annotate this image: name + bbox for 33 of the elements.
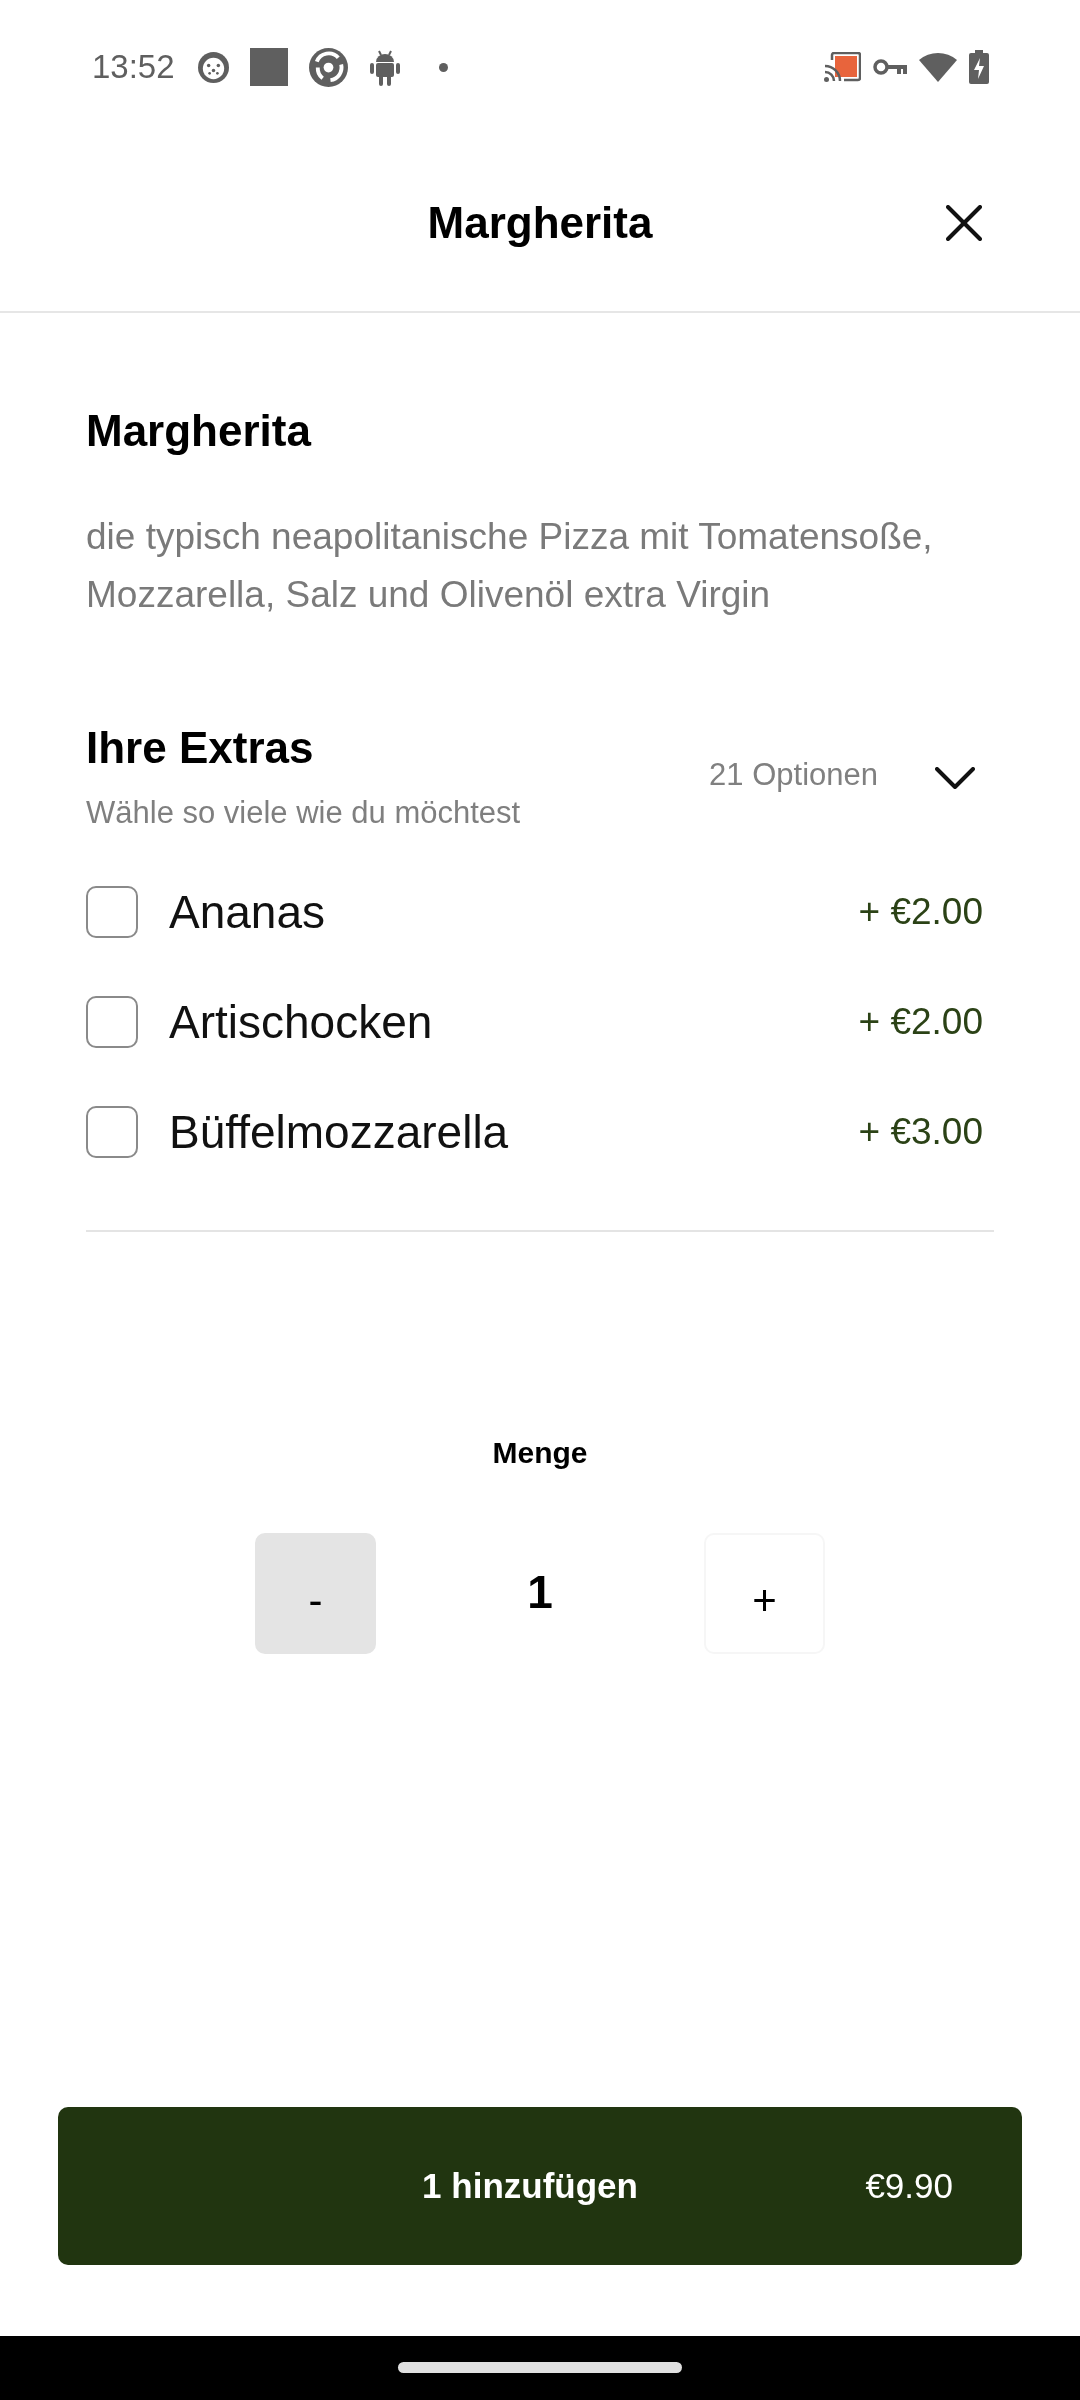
cast-icon: [824, 51, 861, 83]
close-button[interactable]: [946, 204, 982, 241]
checkbox[interactable]: [86, 996, 138, 1048]
option-price: + €2.00: [858, 890, 983, 934]
android-robot-icon: [368, 48, 401, 86]
checkbox[interactable]: [86, 1106, 138, 1158]
header-title: Margherita: [427, 196, 653, 249]
options-count: 21 Optionen: [709, 755, 878, 794]
product-description: die typisch neapolitanische Pizza mit Tomatensoße, Mozzarella, Salz und Olivenöl extra Virgin: [86, 515, 934, 617]
wifi-icon: [919, 52, 957, 82]
extras-subtitle: Wähle so viele wie du möchtest: [86, 794, 522, 832]
extras-title: Ihre Extras: [86, 722, 315, 774]
increment-button[interactable]: +: [704, 1533, 825, 1654]
product-title: Margherita: [86, 405, 313, 457]
aperture-icon: [308, 47, 348, 87]
dot-icon: [438, 62, 448, 72]
key-icon: [873, 57, 907, 77]
option-price: + €3.00: [858, 1110, 983, 1154]
chevron-down-icon[interactable]: [935, 766, 975, 789]
battery-charging-icon: [969, 50, 989, 84]
option-label: Büffelmozzarella: [169, 1105, 510, 1160]
close-icon: [946, 204, 982, 241]
add-to-cart-button[interactable]: 1 hinzufügen €9.90: [58, 2107, 1022, 2265]
option-price: + €2.00: [858, 1000, 983, 1044]
cookie-icon: [197, 51, 229, 83]
quantity-value: 1: [526, 1564, 554, 1619]
price-text: €9.90: [865, 2165, 953, 2207]
square-icon: [249, 48, 288, 86]
option-label: Ananas: [169, 885, 326, 940]
checkbox[interactable]: [86, 886, 138, 938]
option-label: Artischocken: [169, 995, 434, 1050]
quantity-label: Menge: [491, 1435, 589, 1471]
status-time: 13:52: [92, 47, 175, 87]
